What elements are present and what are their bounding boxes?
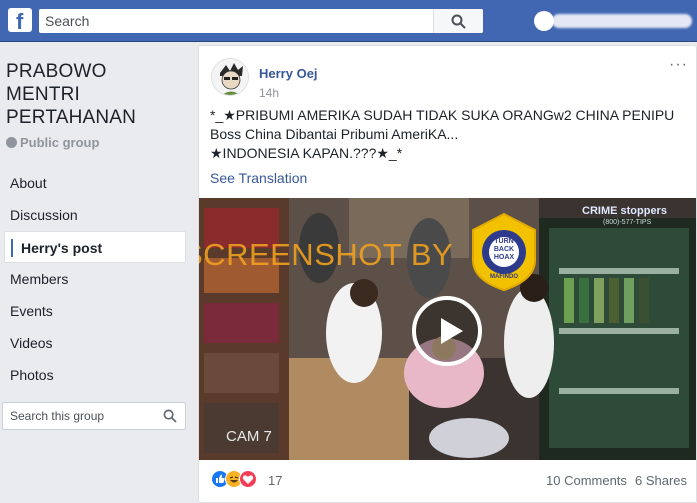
search-icon[interactable] — [163, 409, 177, 423]
group-title-line: PERTAHANAN — [6, 107, 137, 128]
turnbackhoax-badge: TURN BACK HOAX MAFINDO — [469, 212, 539, 292]
post-timestamp[interactable]: 14h — [259, 86, 279, 100]
badge-line: HOAX — [493, 254, 515, 261]
group-title-line: PRABOWO — [6, 61, 107, 82]
see-translation-link[interactable]: See Translation — [210, 170, 307, 186]
post-message-line: *_★PRIBUMI AMERIKA SUDAH TIDAK SUKA ORAN… — [210, 107, 675, 123]
love-reaction-icon — [239, 470, 257, 488]
profile-shortcut[interactable] — [534, 10, 694, 32]
post-message-line: ★INDONESIA KAPAN.???★_* — [210, 145, 403, 161]
facebook-logo-letter: f — [16, 9, 24, 34]
post-video[interactable]: SCREENSHOT BY TURN BACK HOAX MAFINDO CRI… — [199, 198, 696, 460]
group-privacy-label: Public group — [20, 135, 100, 150]
post-card: Herry Oej 14h ··· *_★PRIBUMI AMERIKA SUD… — [198, 45, 697, 503]
badge-text: TURN BACK HOAX — [492, 238, 516, 262]
search-icon — [451, 14, 466, 29]
group-nav: About Discussion Herry's post Members Ev… — [0, 167, 192, 391]
globe-icon — [6, 137, 17, 148]
facebook-logo[interactable]: f — [8, 8, 32, 34]
group-sidebar: PRABOWO MENTRI PERTAHANAN Public group A… — [0, 42, 192, 503]
shares-count[interactable]: 6 Shares — [635, 473, 687, 488]
nav-item-label: Herry's post — [21, 240, 103, 256]
post-options-icon[interactable]: ··· — [669, 56, 688, 74]
search-input[interactable] — [39, 9, 439, 33]
comments-count[interactable]: 10 Comments — [546, 473, 627, 488]
post-message: *_★PRIBUMI AMERIKA SUDAH TIDAK SUKA ORAN… — [210, 106, 680, 163]
top-navigation-bar: f — [0, 0, 697, 42]
nav-item-events[interactable]: Events — [0, 295, 192, 327]
reaction-count[interactable]: 17 — [268, 473, 282, 488]
nav-item-photos[interactable]: Photos — [0, 359, 192, 391]
badge-line: TURN — [494, 238, 514, 245]
profile-name-blurred — [552, 14, 692, 28]
group-search-input[interactable] — [3, 403, 153, 429]
group-title-line: MENTRI — [6, 84, 81, 105]
badge-org: MAFINDO — [490, 274, 518, 280]
search-box — [39, 9, 483, 33]
author-avatar[interactable] — [211, 58, 249, 96]
author-name[interactable]: Herry Oej — [259, 66, 318, 81]
badge-line: BACK — [493, 246, 515, 253]
search-button[interactable] — [433, 9, 483, 33]
nav-item-user-posts[interactable]: Herry's post — [4, 231, 186, 263]
avatar-illustration — [212, 59, 248, 95]
crimestoppers-logo: CRIME stoppers — [582, 205, 667, 217]
nav-item-about[interactable]: About — [0, 167, 192, 199]
group-privacy: Public group — [6, 135, 99, 150]
play-icon[interactable] — [412, 296, 482, 366]
nav-item-videos[interactable]: Videos — [0, 327, 192, 359]
nav-item-members[interactable]: Members — [0, 263, 192, 295]
crimestoppers-phone: (800)-577-TIPS — [603, 219, 652, 226]
group-title[interactable]: PRABOWO MENTRI PERTAHANAN — [6, 60, 186, 129]
screenshot-watermark: SCREENSHOT BY — [199, 237, 454, 272]
camera-label: CAM 7 — [226, 428, 272, 445]
group-search-box — [2, 402, 186, 430]
profile-avatar — [534, 11, 554, 31]
nav-item-discussion[interactable]: Discussion — [0, 199, 192, 231]
post-message-line: Boss China Dibantai Pribumi AmeriKA... — [210, 126, 459, 142]
